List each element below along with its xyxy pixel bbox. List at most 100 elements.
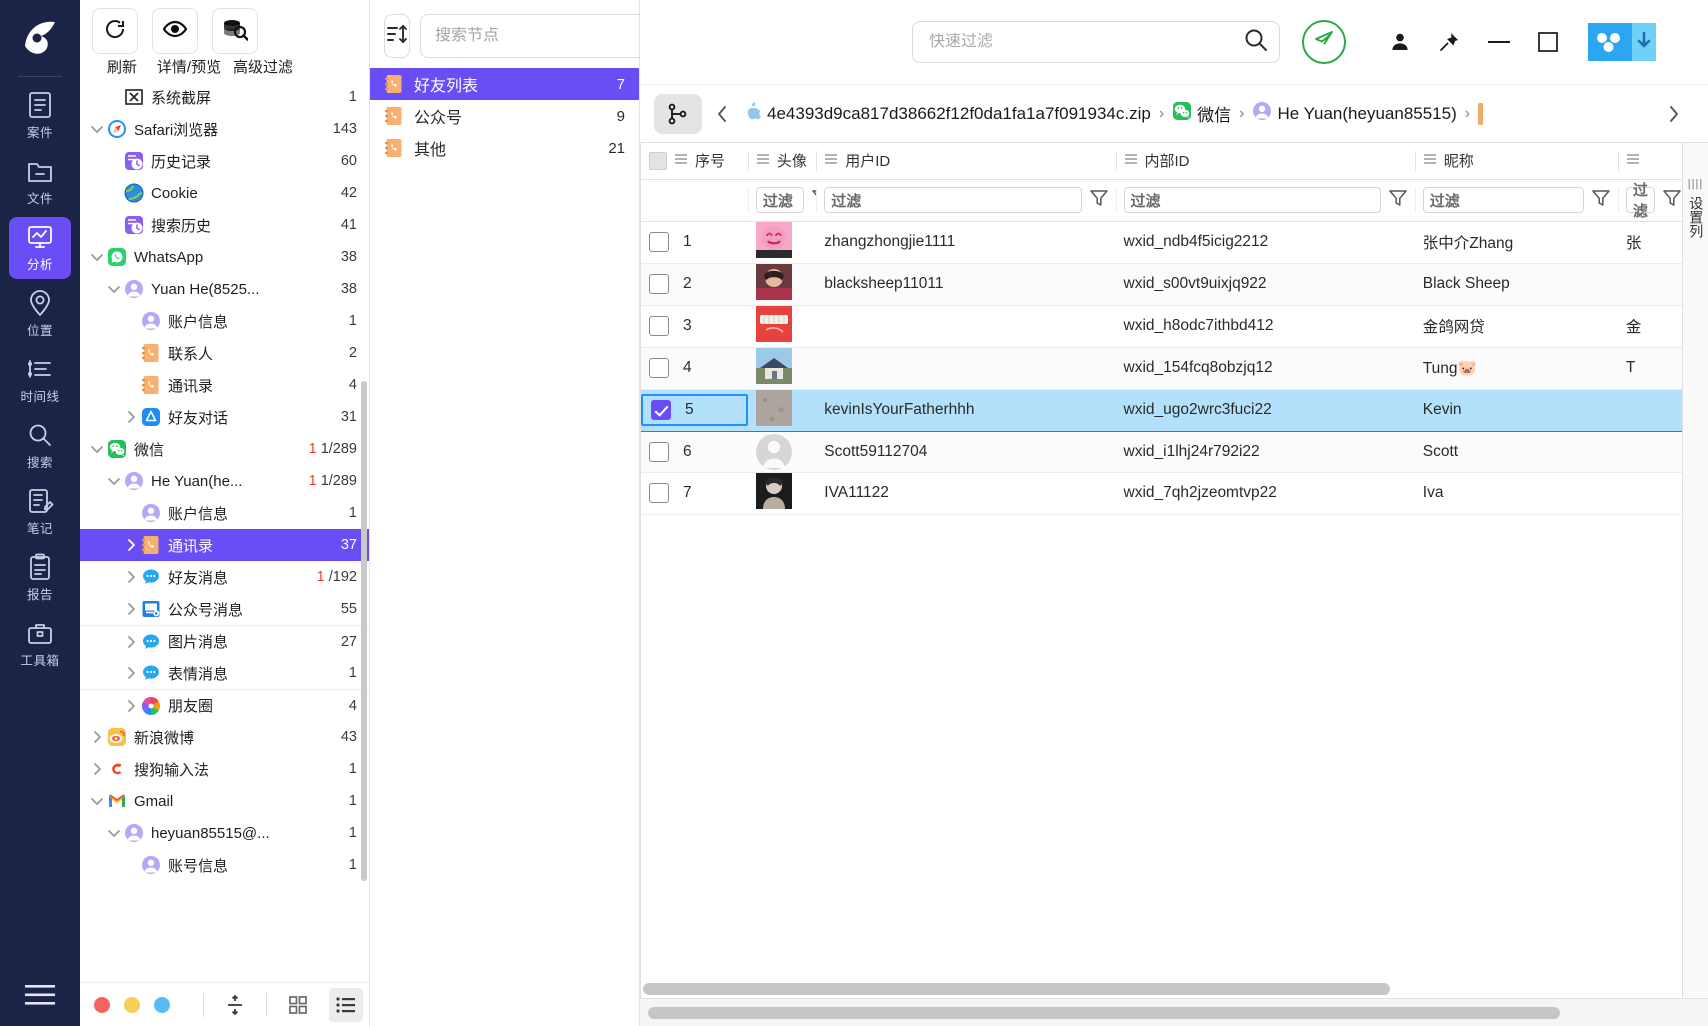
tree-node[interactable]: 搜狗输入法 1 [80,753,369,785]
funnel-icon[interactable] [1592,189,1610,211]
row-checkbox[interactable] [649,232,669,252]
send-feedback-button[interactable] [1302,20,1346,64]
chevron-right-icon[interactable] [88,729,106,745]
rail-item-toolbox[interactable]: 工具箱 [9,613,71,675]
hamburger-menu-icon[interactable] [23,982,57,1012]
funnel-icon[interactable] [1389,189,1407,211]
node-list-item[interactable]: 公众号 9 [370,100,639,132]
tree-node[interactable]: 表情消息 1 [80,657,369,689]
rail-item-report[interactable]: 报告 [9,547,71,609]
advanced-filter-button[interactable] [212,8,258,54]
column-header-innerid[interactable]: 内部ID [1115,143,1415,180]
tree-node[interactable]: 微信 1 1/289 [80,433,369,465]
filter-input[interactable]: 过滤 [1123,187,1381,213]
column-settings-panel[interactable]: |||| 设置列 [1682,142,1708,998]
chevron-right-icon[interactable] [122,665,140,681]
grid-view-icon[interactable] [281,988,315,1022]
tree-node[interactable]: Safari浏览器 143 [80,113,369,145]
column-header-extra[interactable] [1617,143,1682,180]
chevron-right-icon[interactable] [122,634,140,650]
tree-node[interactable]: 图片消息 27 [80,625,369,657]
list-view-icon[interactable] [329,987,363,1022]
chevron-down-icon[interactable] [88,793,106,809]
column-header-userid[interactable]: 用户ID [816,143,1116,180]
rail-item-case[interactable]: 案件 [9,85,71,147]
sort-button[interactable] [384,14,410,58]
pin-icon[interactable] [1438,31,1460,53]
tree-node[interactable]: Cookie 42 [80,177,369,209]
minimize-icon[interactable] [1488,40,1510,44]
row-checkbox[interactable] [649,316,669,336]
tree-node[interactable]: 账户信息 1 [80,305,369,337]
chevron-right-icon[interactable] [122,409,140,425]
maximize-icon[interactable] [1538,32,1558,52]
tree-node[interactable]: 公众号消息 55 [80,593,369,625]
filter-input[interactable]: 过滤 [755,187,804,213]
chevron-down-icon[interactable] [88,249,106,265]
column-menu-icon[interactable] [1423,152,1437,169]
collapse-expand-icon[interactable] [218,988,252,1022]
table-row[interactable]: 7 IVA11122 wxid_7qh2jzeomtvp22 Iva [641,472,1682,515]
tree-node[interactable]: 联系人 2 [80,337,369,369]
table-horizontal-scrollbar[interactable] [641,980,1682,998]
bottom-scrollbar-thumb[interactable] [648,1006,1560,1019]
chevron-down-icon[interactable] [88,121,106,137]
rail-item-location[interactable]: 位置 [9,283,71,345]
tree-node[interactable]: 通讯录 37 [80,529,369,561]
chevron-down-icon[interactable] [105,473,123,489]
tree-node[interactable]: 账户信息 1 [80,497,369,529]
table-row[interactable]: 5 kevinIsYourFatherhhh wxid_ugo2wrc3fuci22… [641,388,1682,432]
chevron-down-icon[interactable] [105,825,123,841]
filter-input[interactable]: 过滤 [1422,187,1584,213]
tree-node[interactable]: WhatsApp 38 [80,241,369,273]
filter-input[interactable]: 过滤 [824,187,1082,213]
row-checkbox[interactable] [649,358,669,378]
user-account-icon[interactable] [1390,32,1410,52]
column-menu-icon[interactable] [1124,152,1138,169]
table-row[interactable]: 2 blacksheep11011 wxid_s00vt9uixjq922 Black… [641,263,1682,306]
tree-node[interactable]: He Yuan(he... 1 1/289 [80,465,369,497]
column-header-index[interactable]: 序号 [641,143,748,180]
breadcrumb-back-button[interactable] [702,94,742,134]
node-search-input[interactable] [435,27,642,45]
column-header-avatar[interactable]: 头像 [747,143,817,180]
breadcrumb-item[interactable]: 4e4393d9ca817d38662f12f0da1fa1a7f091934c… [742,101,1151,126]
funnel-icon[interactable] [1089,189,1108,211]
chevron-right-icon[interactable] [122,569,140,585]
breadcrumb-item[interactable]: He Yuan(heyuan85515) [1252,101,1457,126]
chevron-right-icon[interactable] [122,601,140,617]
funnel-icon[interactable] [1663,189,1681,211]
tree-node[interactable]: 搜索历史 41 [80,209,369,241]
tree-node[interactable]: 历史记录 60 [80,145,369,177]
chevron-right-icon[interactable] [88,761,106,777]
tree-node[interactable]: 账号信息 1 [80,849,369,881]
chevron-down-icon[interactable] [105,281,123,297]
node-list-item[interactable]: 好友列表 7 [370,68,639,100]
baidu-netdisk-download-icon[interactable] [1588,23,1656,61]
breadcrumb-item[interactable] [1478,102,1484,125]
table-row[interactable]: 6 Scott59112704 wxid_i1lhj24r792i22 Scott [641,431,1682,473]
tree-node[interactable]: 通讯录 4 [80,369,369,401]
quick-filter-box[interactable] [912,21,1280,63]
flag-blue-dot[interactable] [154,996,170,1013]
tree-node[interactable]: Gmail 1 [80,785,369,817]
tree-node[interactable]: 系统截屏 1 [80,81,369,113]
table-row[interactable]: 1 zhangzhongjie1111 wxid_ndb4f5icig2212 张中介… [641,221,1682,264]
node-graph-icon[interactable] [654,93,702,134]
scrollbar-thumb[interactable] [643,983,1390,995]
tree-scrollbar[interactable] [361,381,367,881]
rail-item-search[interactable]: 搜索 [9,415,71,477]
details-preview-button[interactable] [152,8,198,54]
tree-node[interactable]: 新浪微博 43 [80,721,369,753]
node-list-item[interactable]: 其他 21 [370,132,639,164]
column-menu-icon[interactable] [756,152,770,169]
rail-item-analysis[interactable]: 分析 [9,217,71,279]
tree-node[interactable]: heyuan85515@... 1 [80,817,369,849]
rail-item-timeline[interactable]: 时间线 [9,349,71,411]
column-menu-icon[interactable] [824,152,838,169]
refresh-button[interactable] [92,8,138,54]
table-row[interactable]: 3 wxid_h8odc7ithbd412 金鸽网贷金 [641,305,1682,348]
chevron-down-icon[interactable] [88,441,106,457]
tree-node[interactable]: 好友对话 31 [80,401,369,433]
column-menu-icon[interactable] [674,152,688,169]
